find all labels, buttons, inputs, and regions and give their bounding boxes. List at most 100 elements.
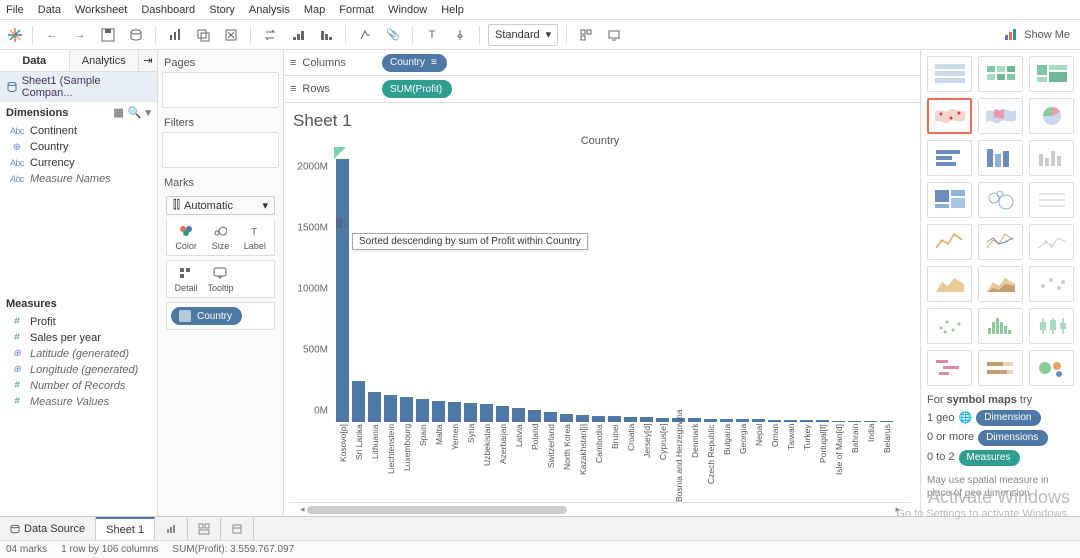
columns-pill-country[interactable]: Country ≡ [382,54,447,72]
bar-bahrain[interactable] [848,421,861,422]
menu-story[interactable]: Story [209,4,235,16]
bar-switzerland[interactable] [544,412,557,422]
datasource-row[interactable]: Sheet1 (Sample Compan... [0,72,157,102]
menu-worksheet[interactable]: Worksheet [75,4,127,16]
scroll-right-icon[interactable]: ▸ [895,504,900,515]
marks-pill-country[interactable]: Country [171,307,242,325]
field-measure-values[interactable]: #Measure Values [0,394,157,410]
chart-thumb-19[interactable] [978,308,1023,344]
label-button[interactable]: T [421,24,443,46]
bar-syria[interactable] [464,403,477,422]
bar-poland[interactable] [528,410,541,422]
field-profit[interactable]: #Profit [0,314,157,330]
tab-sheet-1[interactable]: Sheet 1 [96,517,155,540]
bar-sri-lanka[interactable] [352,381,365,422]
bar-turkey[interactable] [800,420,813,422]
sort-indicator-icon[interactable]: ⫿⫿↓ [336,219,347,230]
chart-thumb-18[interactable] [927,308,972,344]
menu-map[interactable]: Map [304,4,325,16]
mark-type-dropdown[interactable]: ⫿⫿Automatic ▾ [166,196,275,215]
bar-cyprus-e-[interactable] [656,418,669,422]
menu-format[interactable]: Format [339,4,374,16]
tab-analytics[interactable]: Analytics [70,50,140,71]
bar-azerbaijan[interactable] [496,406,509,422]
bar-uzbekistan[interactable] [480,404,493,422]
scroll-left-icon[interactable]: ◂ [300,504,305,515]
chart-thumb-0[interactable] [927,56,972,92]
chart-thumb-9[interactable] [927,182,972,218]
bar-denmark[interactable] [688,418,701,422]
chart-thumb-6[interactable] [927,140,972,176]
bar-bulgaria[interactable] [720,419,733,422]
filters-shelf[interactable]: Filters [162,114,279,168]
bar-kosovo-p-[interactable] [336,159,349,422]
duplicate-button[interactable] [192,24,214,46]
bar-malta[interactable] [432,401,445,422]
chart-thumb-13[interactable] [978,224,1023,260]
chart-thumb-1[interactable] [978,56,1023,92]
back-button[interactable]: ← [41,24,63,46]
chart-thumb-15[interactable] [927,266,972,302]
menu-analysis[interactable]: Analysis [249,4,290,16]
bar-czech-republic[interactable] [704,419,717,423]
fit-dropdown[interactable]: Standard ▾ [488,24,558,46]
field-number-of-records[interactable]: #Number of Records [0,378,157,394]
tab-collapse-icon[interactable]: ⇥ [139,50,157,71]
save-button[interactable] [97,24,119,46]
marks-color[interactable]: Color [171,223,201,251]
chart-thumb-22[interactable] [978,350,1023,386]
swap-button[interactable] [259,24,281,46]
new-worksheet-button[interactable] [164,24,186,46]
menu-file[interactable]: File [6,4,24,16]
menu-help[interactable]: Help [441,4,464,16]
bar-croatia[interactable] [624,417,637,422]
bar-luxembourg[interactable] [400,397,413,422]
menu-dashboard[interactable]: Dashboard [141,4,195,16]
horizontal-scrollbar[interactable]: ◂ ▸ [290,502,910,516]
new-datasource-button[interactable] [125,24,147,46]
bar-liechtenstein[interactable] [384,395,397,422]
new-dashboard-button[interactable] [188,517,221,540]
marks-size[interactable]: Size [205,223,235,251]
chart-thumb-14[interactable] [1029,224,1074,260]
view-icon[interactable]: ▦ [113,106,123,119]
field-country[interactable]: ⊕Country [0,139,157,155]
scrollbar-thumb[interactable] [307,506,567,514]
new-story-button[interactable] [221,517,254,540]
chart-thumb-12[interactable] [927,224,972,260]
chart-thumb-7[interactable] [978,140,1023,176]
bar-belarus[interactable] [880,421,893,422]
new-sheet-button[interactable] [155,517,188,540]
bar-latvia[interactable] [512,408,525,422]
rows-pill-sumprofit[interactable]: SUM(Profit) [382,80,452,98]
field-latitude-generated-[interactable]: ⊕Latitude (generated) [0,346,157,362]
forward-button[interactable]: → [69,24,91,46]
pin-button[interactable] [449,24,471,46]
show-cards-button[interactable] [575,24,597,46]
chart-canvas[interactable]: 0M500M1000M1500M2000M Sorted descending … [290,147,910,422]
sheet-title[interactable]: Sheet 1 [290,111,910,135]
menu-window[interactable]: Window [388,4,427,16]
bar-georgia[interactable] [736,419,749,422]
presentation-button[interactable] [603,24,625,46]
field-currency[interactable]: AbcCurrency [0,155,157,171]
show-me-button[interactable]: Show Me [1000,24,1074,46]
bar-kazakhstan-j-[interactable] [576,415,589,422]
bar-north-korea[interactable] [560,414,573,422]
chart-thumb-5[interactable] [1029,98,1074,134]
bar-brunei[interactable] [608,416,621,422]
bar-cambodia[interactable] [592,416,605,422]
marks-detail[interactable]: Detail [171,265,201,293]
field-continent[interactable]: AbcContinent [0,123,157,139]
field-longitude-generated-[interactable]: ⊕Longitude (generated) [0,362,157,378]
columns-shelf[interactable]: ≡Columns Country ≡ [284,50,920,76]
marks-label[interactable]: TLabel [240,223,270,251]
bar-india[interactable] [864,421,877,422]
chart-thumb-8[interactable] [1029,140,1074,176]
pages-shelf[interactable]: Pages [162,54,279,108]
chart-thumb-10[interactable] [978,182,1023,218]
clear-sheet-button[interactable] [220,24,242,46]
field-measure-names[interactable]: AbcMeasure Names [0,171,157,187]
bar-lithuania[interactable] [368,392,381,422]
sort-desc-button[interactable] [315,24,337,46]
